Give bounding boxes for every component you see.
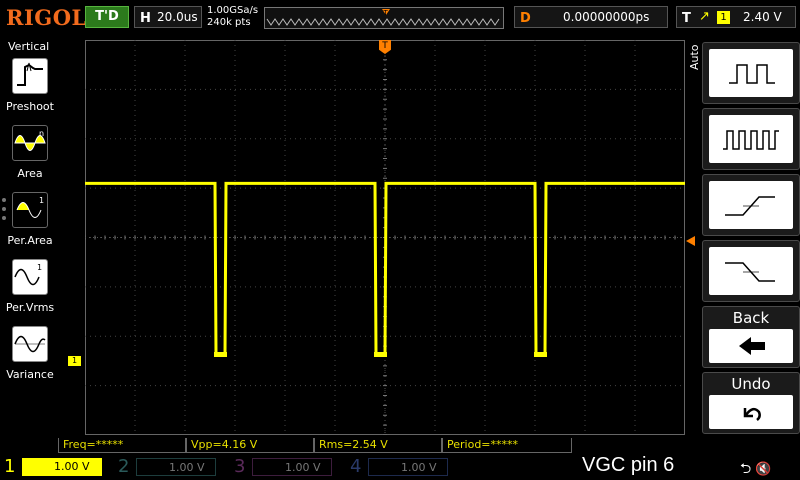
timebase-box[interactable]: H 20.0us <box>134 6 202 28</box>
rising-edge-icon: ↗ <box>699 9 710 24</box>
waveform-display[interactable] <box>85 40 685 435</box>
brand-logo: RIGOL <box>6 5 87 30</box>
pulse-low-level <box>214 352 227 357</box>
trigger-box[interactable]: T ↗ 1 2.40 V <box>676 6 796 28</box>
channel-bar: 1 1.00 V 2 1.00 V 3 1.00 V 4 1.00 V VGC … <box>0 454 800 480</box>
vertical-measure-menu: Vertical Preshoot n Area 1 Per.Area 1 Pe… <box>0 38 60 452</box>
rising-edge-icon <box>709 181 793 229</box>
measure-fall-time-button[interactable] <box>702 240 800 302</box>
measurement-vpp[interactable]: Vpp=4.16 V <box>186 438 314 453</box>
back-arrow-icon <box>709 329 793 363</box>
channel-1-number: 1 <box>4 456 16 477</box>
preshoot-icon <box>12 58 48 94</box>
trigger-level-value: 2.40 V <box>743 10 782 24</box>
svg-text:n: n <box>39 129 44 138</box>
svg-text:1: 1 <box>39 196 44 205</box>
back-label: Back <box>732 309 770 327</box>
usb-and-mute-icons: ⮌ 🔇 <box>740 461 772 477</box>
trigger-label: T <box>682 11 691 26</box>
delay-label: D <box>520 11 531 26</box>
top-status-bar: RIGOL T'D H 20.0us 1.00GSa/s 240k pts T … <box>0 0 800 36</box>
channel-4-number: 4 <box>350 456 362 477</box>
channel-2-status[interactable]: 2 1.00 V <box>118 456 222 478</box>
memory-overview-bar[interactable]: T <box>264 7 504 29</box>
undo-button[interactable]: Undo <box>702 372 800 434</box>
acquisition-info: 1.00GSa/s 240k pts <box>207 5 258 29</box>
channel-4-scale: 1.00 V <box>368 458 448 476</box>
back-button[interactable]: Back <box>702 306 800 368</box>
trigger-position-letter: T <box>383 9 389 17</box>
channel-1-scale: 1.00 V <box>22 458 102 476</box>
falling-edge-icon <box>709 247 793 295</box>
per-area-icon: 1 <box>12 192 48 228</box>
menu-item-label: Variance <box>6 368 54 381</box>
measurement-rms[interactable]: Rms=2.54 V <box>314 438 442 453</box>
pulse-low-level <box>534 352 547 357</box>
measurement-period[interactable]: Period=***** <box>442 438 572 453</box>
menu-item-area[interactable]: n Area <box>0 125 60 185</box>
channel-2-number: 2 <box>118 456 130 477</box>
measure-rise-time-button[interactable] <box>702 174 800 236</box>
channel-1-waveform <box>85 181 685 356</box>
variance-icon <box>12 326 48 362</box>
area-icon: n <box>12 125 48 161</box>
channel-1-status[interactable]: 1 1.00 V <box>4 456 108 478</box>
measure-type-menu: Auto Back Undo <box>686 40 800 440</box>
menu-item-per-area[interactable]: 1 Per.Area <box>0 192 60 252</box>
menu-item-per-vrms[interactable]: 1 Per.Vrms <box>0 259 60 319</box>
svg-text:1: 1 <box>37 263 42 272</box>
annotation-text: VGC pin 6 <box>582 454 675 476</box>
pulse-low-level <box>374 352 387 357</box>
channel-3-number: 3 <box>234 456 246 477</box>
memory-waveform-preview <box>266 18 500 26</box>
memory-depth: 240k pts <box>207 17 251 28</box>
trigger-status-badge: T'D <box>85 6 129 28</box>
delay-box[interactable]: D 0.00000000ps <box>514 6 668 28</box>
menu-item-label: Area <box>17 167 43 180</box>
menu-item-preshoot[interactable]: Preshoot <box>0 58 60 118</box>
graticule <box>85 40 685 435</box>
sample-rate: 1.00GSa/s <box>207 5 259 16</box>
measure-frequency-button[interactable] <box>702 108 800 170</box>
timebase-value: 20.0us <box>157 10 198 24</box>
menu-item-label: Per.Area <box>7 234 53 247</box>
square-wave-wide-icon <box>709 49 793 97</box>
trigger-source-badge: 1 <box>717 11 730 24</box>
undo-label: Undo <box>731 375 771 393</box>
menu-title: Vertical <box>8 40 50 53</box>
menu-item-label: Per.Vrms <box>5 301 55 314</box>
channel-2-scale: 1.00 V <box>136 458 216 476</box>
measure-period-button[interactable] <box>702 42 800 104</box>
timebase-label: H <box>140 11 151 26</box>
channel-4-status[interactable]: 4 1.00 V <box>350 456 454 478</box>
channel-3-scale: 1.00 V <box>252 458 332 476</box>
undo-icon <box>709 395 793 429</box>
menu-item-variance[interactable]: Variance <box>0 326 60 386</box>
square-wave-narrow-icon <box>709 115 793 163</box>
menu-item-label: Preshoot <box>6 100 54 113</box>
delay-value: 0.00000000ps <box>563 10 650 24</box>
channel-3-status[interactable]: 3 1.00 V <box>234 456 338 478</box>
per-vrms-icon: 1 <box>12 259 48 295</box>
measurement-frequency[interactable]: Freq=***** <box>58 438 186 453</box>
channel-1-ground-marker[interactable]: 1 <box>68 356 81 366</box>
auto-mode-label: Auto <box>688 44 701 70</box>
